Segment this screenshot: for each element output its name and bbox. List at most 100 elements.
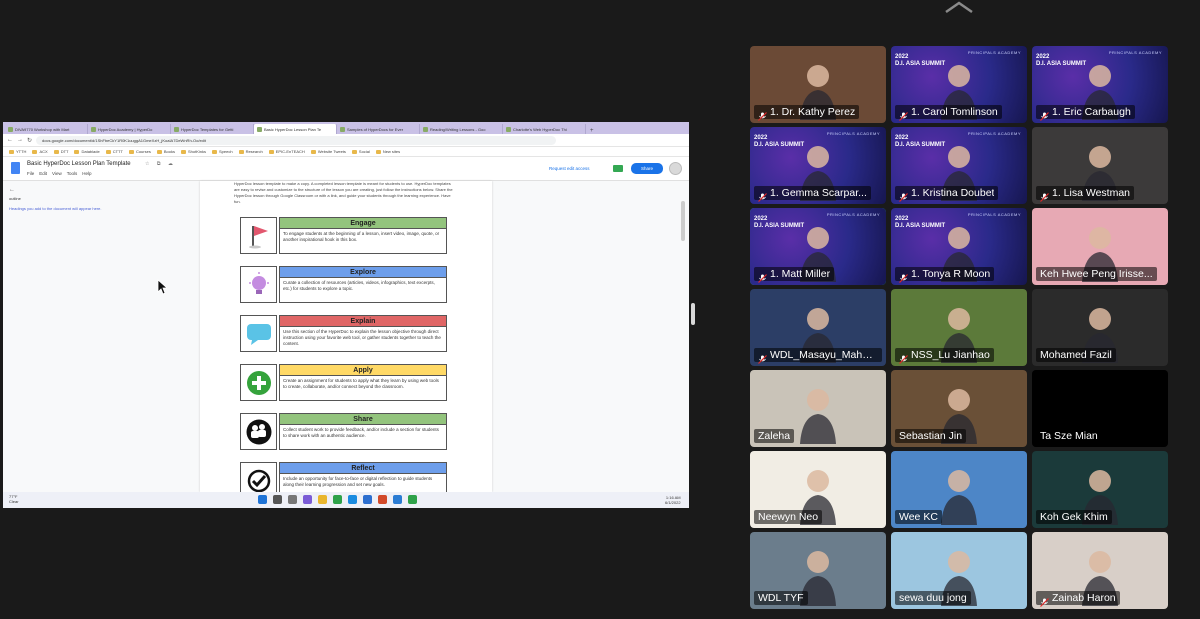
participant-tile[interactable]: Neewyn Neo	[750, 451, 886, 528]
participant-name-tag: Ta Sze Mian	[1036, 429, 1102, 443]
taskbar-clock[interactable]: 1:16 AM 6/1/2022	[665, 495, 681, 505]
browser-tab[interactable]: Basic HyperDoc Lesson Plan Te	[254, 124, 337, 134]
bookmark-item[interactable]: ShotKinks	[180, 149, 206, 154]
google-docs-icon[interactable]	[11, 162, 20, 174]
bookmark-item[interactable]: Research	[238, 149, 263, 154]
participant-tile[interactable]: Ta Sze Mian	[1032, 370, 1168, 447]
browser-tab[interactable]: Charlotte's Web HyperDoc Thi	[503, 124, 586, 134]
lesson-row-share: Share Collect student work to provide fee…	[240, 413, 450, 450]
doc-menu-item[interactable]: View	[52, 171, 62, 176]
bookmark-item[interactable]: Social	[351, 149, 370, 154]
meet-icon[interactable]	[613, 165, 623, 172]
url-field[interactable]: docs.google.com/document/d/1ShFbeCkY1R0K…	[36, 135, 557, 145]
participant-tile[interactable]: Zainab Haron	[1032, 532, 1168, 609]
summit-logo-top: PRINCIPALS ACADEMY	[967, 50, 1021, 55]
chevron-up-icon[interactable]	[944, 0, 974, 14]
participant-tile[interactable]: 1. Lisa Westman	[1032, 127, 1168, 204]
participant-tile[interactable]: PRINCIPALS ACADEMY 2022 D.I. ASIA SUMMIT 1.…	[750, 208, 886, 285]
forward-arrow-icon[interactable]: →	[17, 137, 23, 143]
bookmark-item[interactable]: ACX	[32, 149, 48, 154]
bookmark-label: Social	[358, 149, 370, 154]
participant-tile[interactable]: WDL_Masayu_Mahm...	[750, 289, 886, 366]
bookmark-item[interactable]: DTT	[53, 149, 68, 154]
doc-menu-item[interactable]: Edit	[39, 171, 47, 176]
participant-tile[interactable]: Zaleha	[750, 370, 886, 447]
browser-tab[interactable]: HyperDoc Academy | HyperDo	[88, 124, 171, 134]
participant-tile[interactable]: Mohamed Fazil	[1032, 289, 1168, 366]
participant-tile[interactable]: Keh Hwee Peng Irisse...	[1032, 208, 1168, 285]
participant-tile[interactable]: Sebastian Jin	[891, 370, 1027, 447]
participant-tile[interactable]: WDL TYF	[750, 532, 886, 609]
participant-tile[interactable]: Wee KC	[891, 451, 1027, 528]
bookmark-item[interactable]: Books	[156, 149, 175, 154]
participant-name-tag: 1. Matt Miller	[754, 267, 835, 283]
back-arrow-icon[interactable]: ←	[7, 137, 13, 143]
chrome-icon[interactable]	[333, 495, 342, 504]
doc-menu-item[interactable]: Help	[82, 171, 91, 176]
browser-tab[interactable]: DIVA9770 Workshop with Mart	[5, 124, 88, 134]
participant-silhouette	[939, 465, 979, 528]
folder-icon	[74, 149, 80, 154]
participant-tile[interactable]: PRINCIPALS ACADEMY 2022 D.I. ASIA SUMMIT 1.…	[891, 127, 1027, 204]
windows-start-icon[interactable]	[258, 495, 267, 504]
browser-tab[interactable]: Reading/Writing Lessons - Goo	[420, 124, 503, 134]
doc-menu-item[interactable]: Tools	[67, 171, 78, 176]
doc-page[interactable]: HyperDoc lesson template to make a copy.…	[200, 181, 492, 499]
participant-name-tag: Zainab Haron	[1036, 591, 1120, 607]
lesson-row-heading: Reflect	[279, 462, 447, 474]
bookmark-label: EPIC-EnTEACH	[275, 149, 305, 154]
search-icon[interactable]	[273, 495, 282, 504]
participant-tile[interactable]: PRINCIPALS ACADEMY 2022 D.I. ASIA SUMMIT 1.…	[891, 208, 1027, 285]
tab-favicon-icon	[257, 126, 262, 132]
participant-name: Neewyn Neo	[758, 511, 819, 523]
weather-widget[interactable]: 77°F Clear	[9, 494, 19, 504]
summit-title: 2022 D.I. ASIA SUMMIT	[895, 135, 945, 149]
summit-logo-top: PRINCIPALS ACADEMY	[967, 212, 1021, 217]
participant-tile[interactable]: 1. Dr. Kathy Perez	[750, 46, 886, 123]
bookmark-item[interactable]: Courses	[128, 149, 151, 154]
word-icon[interactable]	[393, 495, 402, 504]
summit-logo-top: PRINCIPALS ACADEMY	[826, 131, 880, 136]
account-avatar[interactable]	[669, 162, 682, 175]
excel-icon[interactable]	[408, 495, 417, 504]
lesson-row-description: Curate a collection of resources (articl…	[279, 278, 447, 303]
bookmark-item[interactable]: EPIC-EnTEACH	[268, 149, 305, 154]
participant-tile[interactable]: Koh Gek Khim	[1032, 451, 1168, 528]
browser-tab[interactable]: HyperDoc Templates for Getti	[171, 124, 254, 134]
participant-tile[interactable]: PRINCIPALS ACADEMY 2022 D.I. ASIA SUMMIT 1.…	[891, 46, 1027, 123]
participant-tile[interactable]: PRINCIPALS ACADEMY 2022 D.I. ASIA SUMMIT 1.…	[1032, 46, 1168, 123]
doc-scrollbar[interactable]	[681, 201, 685, 241]
doc-title[interactable]: Basic HyperDoc Lesson Plan Template	[27, 161, 131, 167]
shared-screen[interactable]: DIVA9770 Workshop with Mart HyperDoc Acad…	[3, 122, 689, 508]
doc-menu-item[interactable]: File	[27, 171, 34, 176]
edge-icon[interactable]	[348, 495, 357, 504]
bookmark-item[interactable]: Website Tweets	[310, 149, 346, 154]
bookmark-item[interactable]: Speech	[211, 149, 233, 154]
folder-icon	[351, 149, 357, 154]
request-edit-access-link[interactable]: Request edit access	[549, 166, 590, 171]
zoom-app-icon[interactable]	[363, 495, 372, 504]
star-icon[interactable]: ☆ ⧉ ☁	[145, 161, 176, 167]
participant-tile[interactable]: PRINCIPALS ACADEMY 2022 D.I. ASIA SUMMIT 1.…	[750, 127, 886, 204]
summit-year: 2022	[895, 54, 909, 60]
outline-back-icon[interactable]: ←	[9, 187, 129, 193]
file-explorer-icon[interactable]	[318, 495, 327, 504]
bookmarks-bar: YTTH ACX DTT Datablade CTTT Courses Books ShotK…	[3, 147, 689, 157]
reload-icon[interactable]: ↻	[27, 137, 32, 144]
bookmark-item[interactable]: Datablade	[74, 149, 100, 154]
browser-tab[interactable]: Samples of HyperDocs for Ever	[337, 124, 420, 134]
participant-tile[interactable]: sewa duu jong	[891, 532, 1027, 609]
powerpoint-icon[interactable]	[378, 495, 387, 504]
bookmark-item[interactable]: New sites	[375, 149, 400, 154]
splitter-handle[interactable]	[691, 303, 695, 325]
lesson-row-engage: Engage To engage students at the beginnin…	[240, 217, 450, 254]
widgets-icon[interactable]	[303, 495, 312, 504]
zoom-meeting-window: DIVA9770 Workshop with Mart HyperDoc Acad…	[0, 0, 1200, 619]
participant-name: WDL TYF	[758, 592, 804, 604]
bookmark-item[interactable]: CTTT	[105, 149, 123, 154]
participant-tile[interactable]: NSS_Lu Jianhao	[891, 289, 1027, 366]
bookmark-item[interactable]: YTTH	[9, 149, 26, 154]
share-button[interactable]: Share	[631, 163, 663, 174]
task-view-icon[interactable]	[288, 495, 297, 504]
summit-logo: PRINCIPALS ACADEMY	[827, 212, 880, 217]
